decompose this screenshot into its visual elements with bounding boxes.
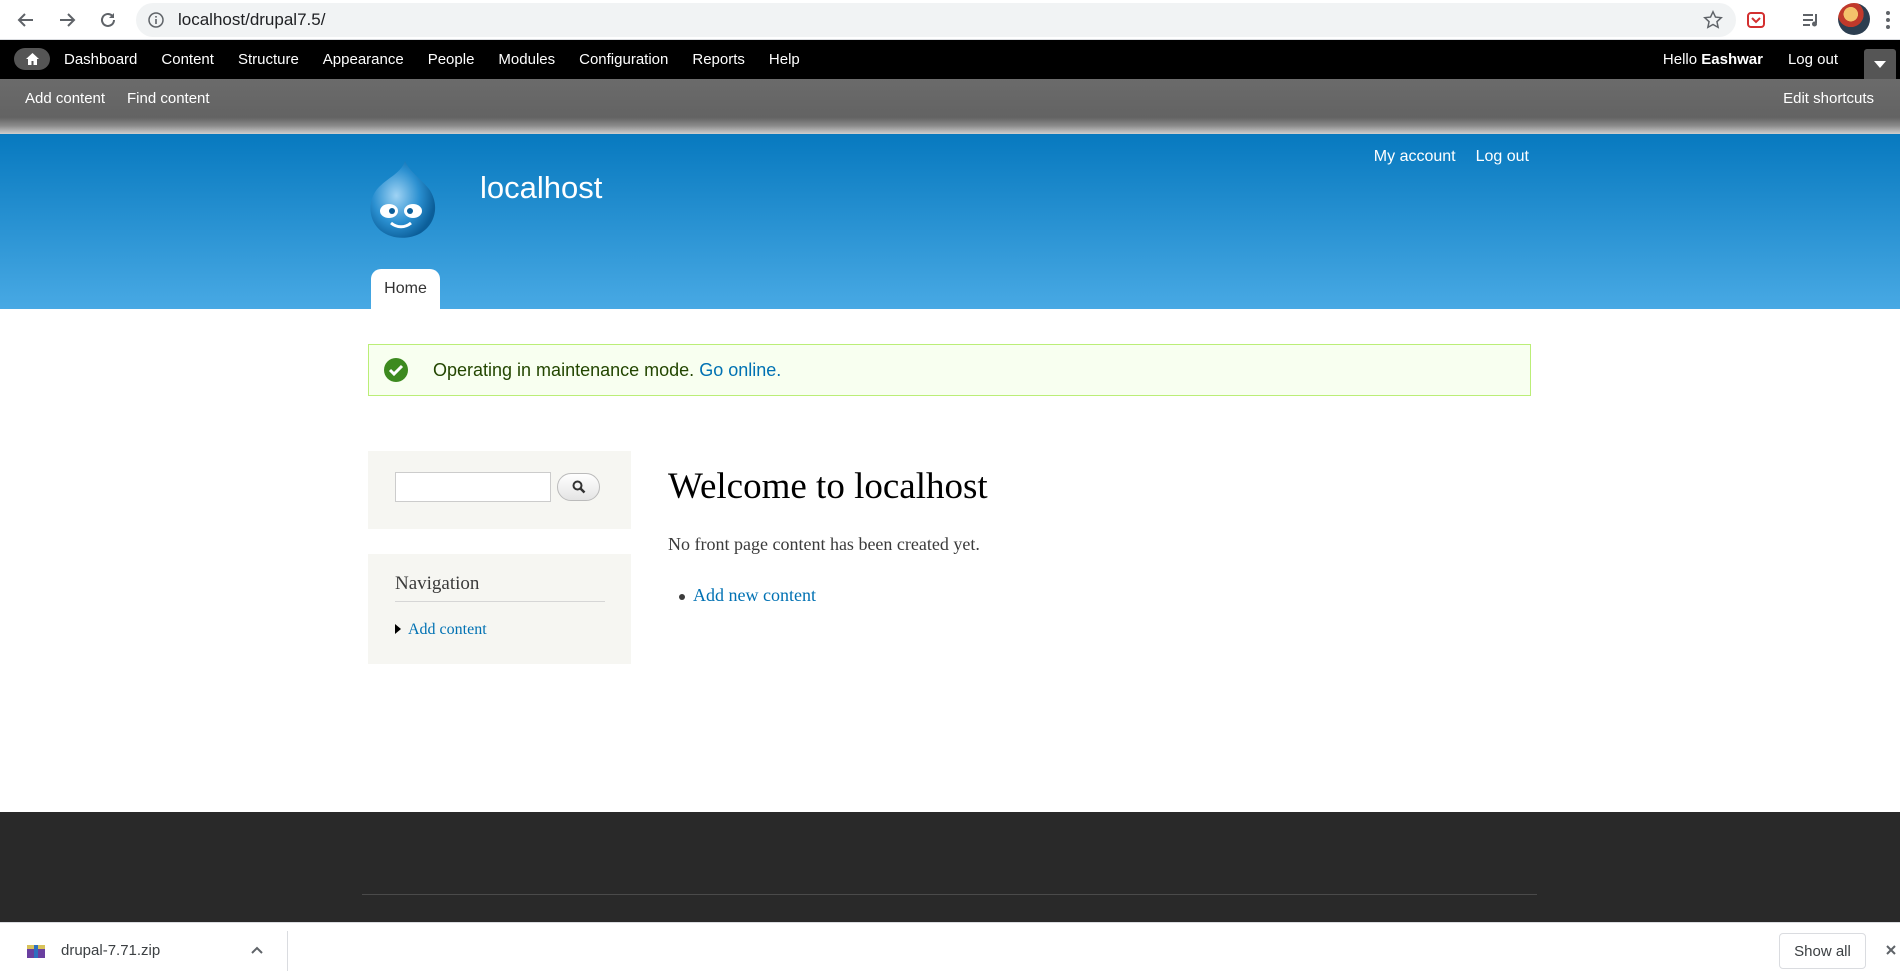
- page-title: Welcome to localhost: [668, 466, 988, 507]
- site-name[interactable]: localhost: [480, 170, 602, 206]
- maintenance-text: Operating in maintenance mode.: [433, 360, 695, 380]
- status-message: Operating in maintenance mode. Go online…: [368, 344, 1531, 396]
- info-icon[interactable]: [148, 12, 164, 28]
- admin-menu-modules[interactable]: Modules: [486, 51, 567, 68]
- admin-menu-people[interactable]: People: [416, 51, 487, 68]
- my-account-link[interactable]: My account: [1374, 148, 1456, 166]
- admin-menu-structure[interactable]: Structure: [226, 51, 311, 68]
- shelf-divider: [287, 931, 288, 971]
- hello-user: Hello Eashwar: [1663, 51, 1763, 68]
- home-icon[interactable]: [14, 48, 50, 70]
- admin-menu-help[interactable]: Help: [757, 51, 812, 68]
- browser-menu-icon[interactable]: [1880, 8, 1896, 32]
- site-header: localhost My account Log out Home: [0, 134, 1900, 309]
- search-icon: [572, 480, 585, 494]
- chevron-up-icon[interactable]: [250, 945, 264, 955]
- shortcuts-bar: Add content Find content Edit shortcuts: [0, 79, 1900, 134]
- forward-icon[interactable]: [53, 6, 81, 34]
- shortcut-add-content[interactable]: Add content: [25, 90, 105, 107]
- zip-file-icon[interactable]: [26, 942, 46, 960]
- check-circle-icon: [384, 358, 408, 382]
- address-bar[interactable]: localhost/drupal7.5/: [136, 3, 1736, 37]
- tab-home[interactable]: Home: [371, 269, 440, 309]
- search-block: [368, 451, 631, 529]
- close-icon[interactable]: [1884, 941, 1898, 959]
- logout-link[interactable]: Log out: [1476, 148, 1529, 166]
- add-new-content-link[interactable]: Add new content: [679, 585, 816, 606]
- admin-menu-reports[interactable]: Reports: [680, 51, 757, 68]
- admin-menu-content[interactable]: Content: [149, 51, 226, 68]
- admin-menu-dashboard[interactable]: Dashboard: [52, 51, 149, 68]
- message-text: Operating in maintenance mode. Go online…: [433, 360, 781, 381]
- nav-item-label[interactable]: Add content: [408, 621, 487, 638]
- pocket-extension-icon[interactable]: [1743, 7, 1769, 33]
- show-all-button[interactable]: Show all: [1779, 933, 1866, 969]
- download-shelf: drupal-7.71.zip Show all: [0, 922, 1900, 978]
- nav-add-content[interactable]: Add content: [395, 621, 487, 639]
- download-file-name[interactable]: drupal-7.71.zip: [61, 942, 160, 959]
- media-control-icon[interactable]: [1798, 7, 1824, 33]
- search-button[interactable]: [557, 473, 600, 501]
- admin-menu-configuration[interactable]: Configuration: [567, 51, 680, 68]
- search-input[interactable]: [395, 472, 551, 502]
- site-footer: [0, 812, 1900, 922]
- bookmark-star-icon[interactable]: [1702, 9, 1724, 31]
- admin-toolbar: Dashboard Content Structure Appearance P…: [0, 40, 1900, 79]
- admin-logout-link[interactable]: Log out: [1788, 51, 1838, 68]
- back-icon[interactable]: [12, 6, 40, 34]
- username-link[interactable]: Eashwar: [1701, 51, 1763, 68]
- url-text[interactable]: localhost/drupal7.5/: [178, 10, 325, 30]
- shortcuts-toggle-button[interactable]: [1864, 49, 1896, 79]
- shortcut-find-content[interactable]: Find content: [127, 90, 210, 107]
- navigation-title: Navigation: [395, 573, 605, 602]
- caret-down-icon: [1874, 60, 1886, 68]
- browser-toolbar: localhost/drupal7.5/: [0, 0, 1900, 40]
- empty-front-page-text: No front page content has been created y…: [668, 534, 980, 554]
- hello-prefix: Hello: [1662, 51, 1702, 68]
- navigation-block: Navigation Add content: [368, 554, 631, 664]
- secondary-menu: My account Log out: [1354, 148, 1529, 166]
- drupal-logo-icon[interactable]: [367, 159, 437, 239]
- reload-icon[interactable]: [94, 6, 122, 34]
- collapsed-arrow-icon: [395, 624, 401, 634]
- profile-avatar[interactable]: [1838, 3, 1870, 35]
- go-online-link[interactable]: Go online.: [699, 360, 781, 380]
- footer-divider: [362, 894, 1537, 895]
- admin-menu: Dashboard Content Structure Appearance P…: [52, 40, 812, 79]
- admin-menu-appearance[interactable]: Appearance: [311, 51, 416, 68]
- edit-shortcuts-link[interactable]: Edit shortcuts: [1783, 90, 1874, 107]
